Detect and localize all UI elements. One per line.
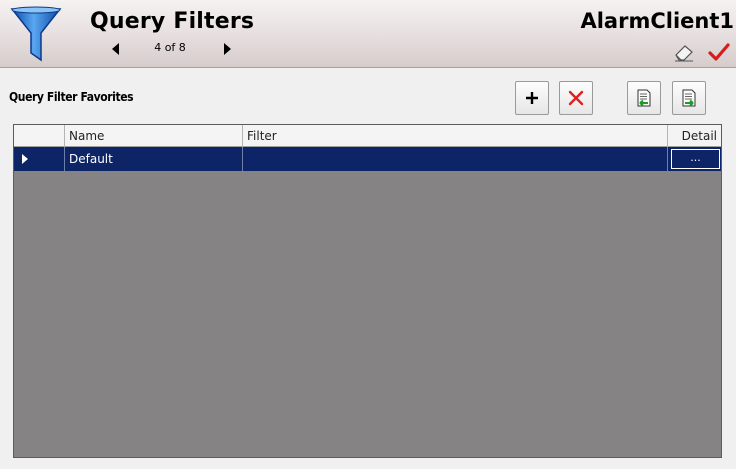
row-selector[interactable] — [14, 147, 65, 171]
grid-header: Name Filter Detail — [14, 125, 721, 147]
delete-filter-button[interactable] — [559, 81, 593, 115]
triangle-left-icon[interactable] — [112, 43, 119, 55]
pager-position: 4 of 8 — [154, 41, 186, 54]
page-title: Query Filters — [90, 9, 255, 34]
row-pointer-icon — [22, 154, 28, 164]
column-header-detail[interactable]: Detail — [668, 125, 721, 147]
export-document-icon — [682, 89, 696, 107]
section-title: Query Filter Favorites — [9, 90, 134, 104]
column-header-filter[interactable]: Filter — [243, 125, 668, 147]
row-name-cell[interactable]: Default — [65, 147, 243, 171]
x-icon — [568, 90, 584, 106]
export-button[interactable] — [672, 81, 706, 115]
favorites-grid: Name Filter Detail Default ... — [13, 124, 722, 458]
triangle-right-icon[interactable] — [224, 43, 231, 55]
eraser-icon[interactable] — [673, 44, 695, 62]
funnel-icon — [10, 6, 62, 62]
import-button[interactable] — [627, 81, 661, 115]
add-filter-button[interactable] — [515, 81, 549, 115]
client-name: AlarmClient1 — [580, 9, 734, 33]
table-row[interactable]: Default ... — [14, 147, 721, 171]
header-bar: Query Filters 4 of 8 AlarmClient1 — [0, 0, 736, 68]
row-filter-cell[interactable] — [243, 147, 668, 171]
row-detail-cell: ... — [668, 147, 721, 171]
import-document-icon — [637, 89, 651, 107]
detail-button[interactable]: ... — [671, 149, 720, 169]
plus-icon — [526, 92, 538, 104]
pager: 4 of 8 — [112, 40, 242, 58]
column-header-name[interactable]: Name — [65, 125, 243, 147]
column-header-selector — [14, 125, 65, 147]
checkmark-icon[interactable] — [708, 42, 730, 62]
